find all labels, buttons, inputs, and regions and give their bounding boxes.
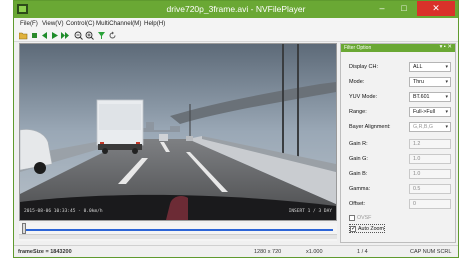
range-label: Range: <box>349 109 367 115</box>
gain-r-label: Gain R: <box>349 141 368 147</box>
minimize-button[interactable]: – <box>371 1 393 16</box>
step-forward-icon[interactable] <box>60 31 69 40</box>
status-zoom: x1.000 <box>306 249 323 255</box>
offset-field[interactable]: 0 <box>409 199 451 209</box>
osd-timestamp: 2015-08-06 10:33:45 - 0.0km/h <box>24 209 103 214</box>
menu-control[interactable]: Control(C) <box>66 20 95 27</box>
toolbar <box>14 29 458 42</box>
display-ch-row: Display CH: ALL ▾ <box>341 62 455 73</box>
mode-label: Mode: <box>349 79 365 85</box>
bayer-select[interactable]: G,R,B,G ▾ <box>409 122 451 132</box>
offset-label: Offset: <box>349 201 366 207</box>
status-resolution: 1280 x 720 <box>254 249 282 255</box>
seek-slider[interactable] <box>19 234 337 239</box>
display-ch-label: Display CH: <box>349 64 379 70</box>
chevron-down-icon: ▾ <box>445 64 448 70</box>
gamma-label: Gamma: <box>349 186 371 192</box>
mode-row: Mode: Thru ▾ <box>341 77 455 88</box>
gamma-row: Gamma: 0.5 <box>341 184 455 195</box>
gain-g-label: Gain G: <box>349 156 368 162</box>
filter-icon[interactable] <box>97 31 106 40</box>
play-icon[interactable] <box>50 31 59 40</box>
step-back-icon[interactable] <box>40 31 49 40</box>
ovsf-label: OVSF <box>357 215 372 221</box>
status-indicators: CAP NUM SCRL <box>410 249 452 255</box>
menu-file[interactable]: File(F) <box>20 20 38 27</box>
status-bar: frameSize = 1843200 1280 x 720 x1.000 1 … <box>14 245 458 257</box>
mode-select[interactable]: Thru ▾ <box>409 77 451 87</box>
menu-multichannel[interactable]: MultiChannel(M) <box>96 20 141 27</box>
gain-g-field[interactable]: 1.0 <box>409 154 451 164</box>
gain-b-row: Gain B: 1.0 <box>341 169 455 180</box>
chevron-down-icon: ▾ <box>445 94 448 100</box>
app-window: drive720p_3frame.avi - NVFilePlayer – □ … <box>13 0 459 258</box>
video-frame <box>20 44 336 220</box>
menu-view[interactable]: View(V) <box>42 20 64 27</box>
zoom-out-icon[interactable] <box>74 31 83 40</box>
menu-help[interactable]: Help(H) <box>144 20 165 27</box>
filter-panel-title: Filter Option <box>344 45 372 51</box>
refresh-icon[interactable] <box>108 31 117 40</box>
menu-bar: File(F) View(V) Control(C) MultiChannel(… <box>14 18 458 29</box>
seek-progress <box>23 229 333 231</box>
close-button[interactable]: ✕ <box>417 1 455 16</box>
ovsf-checkbox[interactable]: OVSF <box>349 214 385 223</box>
chevron-down-icon: ▾ <box>445 79 448 85</box>
yuv-mode-label: YUV Mode: <box>349 94 378 100</box>
maximize-button[interactable]: □ <box>393 1 415 16</box>
gain-b-label: Gain B: <box>349 171 368 177</box>
status-frame-size: frameSize = 1843200 <box>18 249 72 255</box>
seek-thumb[interactable] <box>22 223 26 234</box>
range-select[interactable]: Full->Full ▾ <box>409 107 451 117</box>
panel-controls-icon[interactable]: ▾ ▪ ✕ <box>440 44 452 50</box>
title-bar[interactable]: drive720p_3frame.avi - NVFilePlayer – □ … <box>14 1 458 18</box>
gain-b-field[interactable]: 1.0 <box>409 169 451 179</box>
bayer-label: Bayer Alignment: <box>349 124 391 130</box>
auto-zoom-checkbox[interactable]: ✓ Auto Zoom <box>349 224 385 233</box>
bayer-row: Bayer Alignment: G,R,B,G ▾ <box>341 122 455 133</box>
yuv-mode-row: YUV Mode: BT.601 ▾ <box>341 92 455 103</box>
filter-panel: Filter Option ▾ ▪ ✕ Display CH: ALL ▾ Mod… <box>340 43 456 243</box>
seek-area <box>19 223 337 241</box>
display-ch-select[interactable]: ALL ▾ <box>409 62 451 72</box>
gain-r-field[interactable]: 1.2 <box>409 139 451 149</box>
gain-g-row: Gain G: 1.0 <box>341 154 455 165</box>
check-icon: ✓ <box>350 226 357 232</box>
gain-r-row: Gain R: 1.2 <box>341 139 455 150</box>
filter-panel-header[interactable]: Filter Option ▾ ▪ ✕ <box>341 44 455 52</box>
status-frame: 1 / 4 <box>357 249 368 255</box>
chevron-down-icon: ▾ <box>445 124 448 130</box>
auto-zoom-label: Auto Zoom <box>358 226 384 232</box>
chevron-down-icon: ▾ <box>445 109 448 115</box>
zoom-in-icon[interactable] <box>85 31 94 40</box>
yuv-mode-select[interactable]: BT.601 ▾ <box>409 92 451 102</box>
gamma-field[interactable]: 0.5 <box>409 184 451 194</box>
video-view[interactable]: 2015-08-06 10:33:45 - 0.0km/h INSERT 1 /… <box>19 43 337 221</box>
osd-info: INSERT 1 / 3 DAY <box>288 209 332 214</box>
checkbox-box <box>349 215 355 221</box>
open-icon[interactable] <box>19 31 28 40</box>
stop-icon[interactable] <box>30 31 39 40</box>
range-row: Range: Full->Full ▾ <box>341 107 455 118</box>
offset-row: Offset: 0 <box>341 199 455 210</box>
